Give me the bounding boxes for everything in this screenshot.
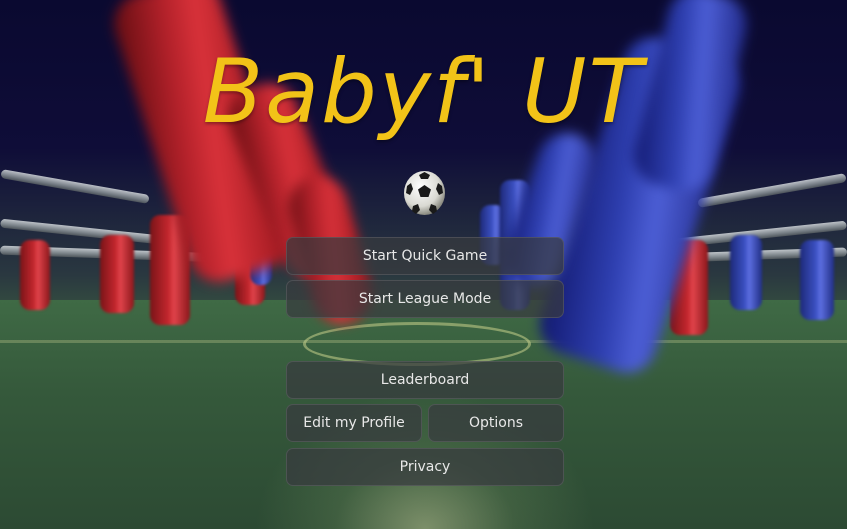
- start-quick-game-button[interactable]: Start Quick Game: [286, 237, 564, 275]
- blue-player: [730, 235, 762, 310]
- edit-profile-button[interactable]: Edit my Profile: [286, 404, 422, 442]
- table-center-circle: [303, 322, 531, 366]
- start-league-mode-button[interactable]: Start League Mode: [286, 280, 564, 318]
- main-menu-screen: Babyf' UT Start Quick Game Start League …: [0, 0, 847, 529]
- options-button[interactable]: Options: [428, 404, 564, 442]
- privacy-button[interactable]: Privacy: [286, 448, 564, 486]
- red-player: [100, 235, 134, 313]
- game-title: Babyf' UT: [202, 40, 645, 143]
- red-player: [20, 240, 50, 310]
- rod-right-1: [697, 173, 847, 208]
- rod-left-1: [0, 169, 150, 204]
- blue-player: [800, 240, 834, 320]
- leaderboard-button[interactable]: Leaderboard: [286, 361, 564, 399]
- soccer-ball-icon: [404, 171, 445, 215]
